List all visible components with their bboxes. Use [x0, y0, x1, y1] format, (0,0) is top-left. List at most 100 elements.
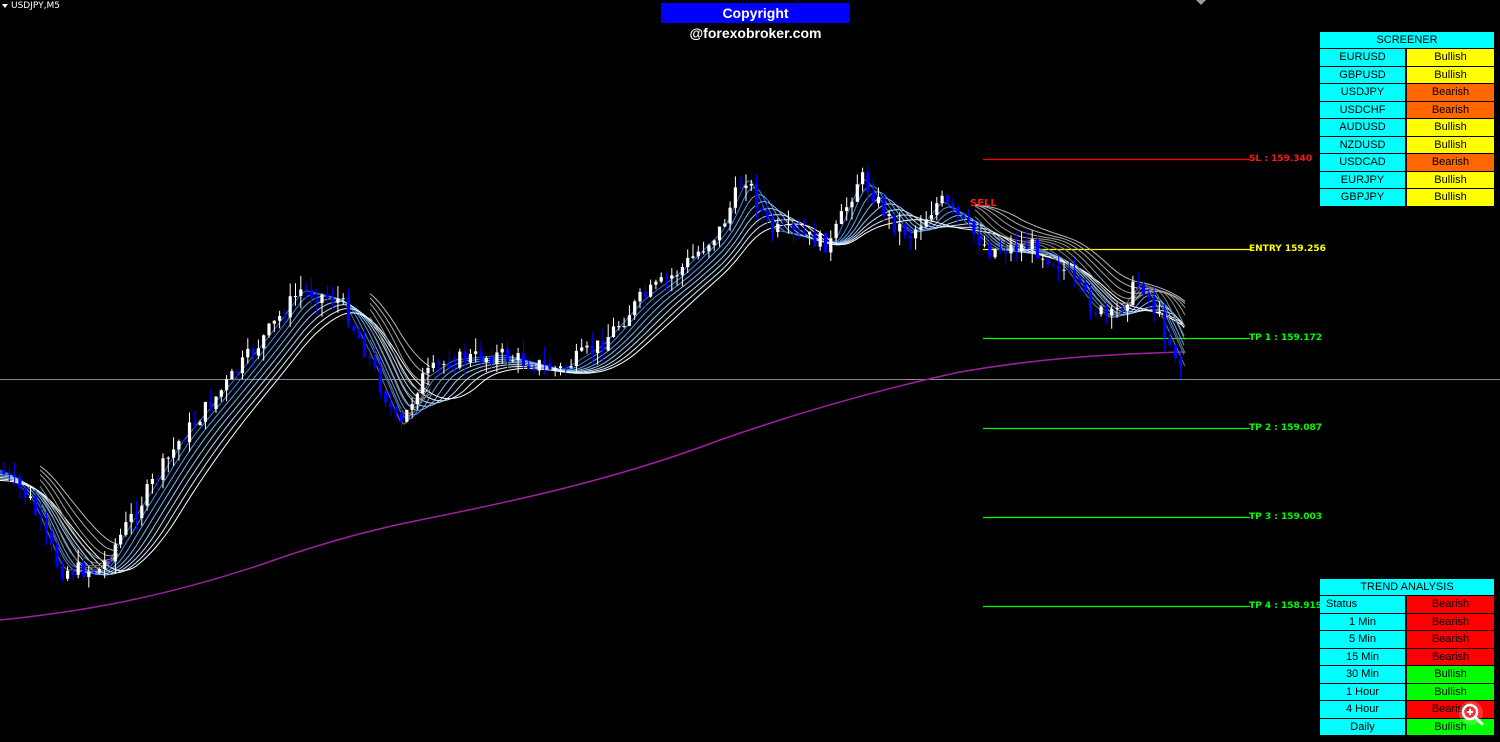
- candle-body: [134, 513, 139, 518]
- candle-body: [1046, 258, 1050, 265]
- candle-body: [431, 362, 435, 368]
- candle-body: [1009, 244, 1013, 254]
- candle-body: [696, 251, 700, 257]
- candle-body: [81, 562, 86, 577]
- candle-body: [871, 191, 875, 204]
- candle-body: [903, 223, 907, 236]
- candle-body: [479, 351, 483, 363]
- candle-body: [203, 402, 207, 422]
- candle-body: [225, 379, 229, 391]
- candle-body: [553, 368, 557, 370]
- candle-body: [1099, 306, 1103, 315]
- candle-body: [892, 214, 896, 232]
- candle-body: [728, 207, 732, 224]
- screener-status: Bullish: [1407, 171, 1494, 188]
- candle-body: [1179, 358, 1183, 367]
- sell-signal-label: SELL: [970, 198, 997, 209]
- tp4-label: TP 4 : 158.919: [1249, 601, 1322, 611]
- candle-body: [140, 505, 144, 519]
- candle-body: [362, 338, 366, 358]
- candle-body: [967, 217, 971, 222]
- candle-body: [1051, 264, 1055, 266]
- candle-body: [341, 298, 345, 300]
- candle-body: [1035, 239, 1040, 259]
- candle-body: [442, 363, 446, 365]
- candle-body: [601, 340, 605, 351]
- candle-body: [961, 215, 965, 218]
- candle-body: [569, 366, 573, 368]
- candle-body: [834, 223, 838, 239]
- candle-body: [1163, 311, 1167, 339]
- candle-body: [156, 479, 160, 480]
- candle-body: [977, 234, 981, 246]
- candle-body: [283, 316, 287, 318]
- candle-body: [521, 353, 525, 366]
- trend-row: 1 Min Bearish: [1320, 613, 1494, 630]
- screener-pair: EURUSD: [1320, 49, 1405, 66]
- candle-body: [505, 348, 510, 362]
- candle-body: [209, 402, 213, 410]
- candle-body: [882, 196, 886, 216]
- chevron-down-icon: [2, 3, 8, 8]
- candle-body: [564, 366, 568, 368]
- candle-body: [829, 238, 833, 253]
- candle-body: [670, 275, 674, 279]
- zoom-magnifier-icon[interactable]: [1456, 700, 1490, 730]
- candle-body: [251, 348, 255, 356]
- symbol-text: USDJPY,M5: [11, 1, 60, 11]
- candle-body: [468, 353, 472, 363]
- candle-body: [998, 249, 1002, 252]
- candle-body: [113, 544, 117, 562]
- screener-status: Bullish: [1407, 136, 1494, 153]
- candle-body: [919, 226, 923, 230]
- candle-body: [982, 244, 987, 246]
- candle-body: [702, 251, 706, 253]
- candle-body: [44, 517, 48, 532]
- candle-body: [935, 203, 939, 216]
- screener-pair: USDJPY: [1320, 84, 1405, 101]
- candle-body: [691, 256, 695, 258]
- candle-body: [246, 348, 250, 358]
- screener-row: AUDUSD Bullish: [1320, 119, 1494, 136]
- tp2-label: TP 2 : 159.087: [1249, 423, 1322, 433]
- candle-body: [1067, 269, 1071, 271]
- candle-body: [325, 294, 329, 298]
- candle-body: [574, 350, 578, 366]
- candle-body: [951, 202, 955, 207]
- sl-label: SL : 159.340: [1249, 154, 1313, 164]
- trend-row: 30 Min Bullish: [1320, 666, 1494, 683]
- candle-body: [855, 184, 859, 202]
- candle-body: [336, 298, 340, 303]
- scroll-marker-icon: [1196, 0, 1206, 5]
- candle-body: [596, 340, 600, 353]
- candle-body: [177, 441, 181, 450]
- symbol-label[interactable]: USDJPY,M5: [2, 1, 60, 11]
- candle-body: [447, 363, 451, 368]
- candle-body: [1073, 270, 1077, 278]
- candle-body: [770, 217, 775, 232]
- trend-status: Bullish: [1407, 666, 1494, 683]
- candle-body: [776, 223, 780, 232]
- candle-body: [161, 458, 165, 480]
- candle-body: [214, 396, 218, 410]
- candle-body: [1062, 269, 1066, 271]
- candle-body: [39, 514, 43, 518]
- candle-body: [182, 441, 186, 443]
- candle-body: [1083, 282, 1087, 292]
- candle-body: [124, 522, 128, 535]
- candle-body: [28, 496, 33, 498]
- candle-body: [193, 422, 197, 426]
- screener-status: Bearish: [1407, 101, 1494, 118]
- candle-body: [675, 275, 679, 277]
- candle-body: [60, 566, 64, 579]
- candle-body: [1126, 305, 1130, 311]
- price-chart[interactable]: [0, 0, 1500, 742]
- candle-body: [426, 368, 430, 374]
- candle-body: [1115, 308, 1119, 310]
- candle-body: [410, 404, 414, 410]
- candle-body: [797, 229, 801, 231]
- candle-body: [945, 195, 949, 203]
- candle-body: [458, 351, 462, 368]
- screener-status: Bullish: [1407, 66, 1494, 83]
- candle-body: [7, 473, 11, 475]
